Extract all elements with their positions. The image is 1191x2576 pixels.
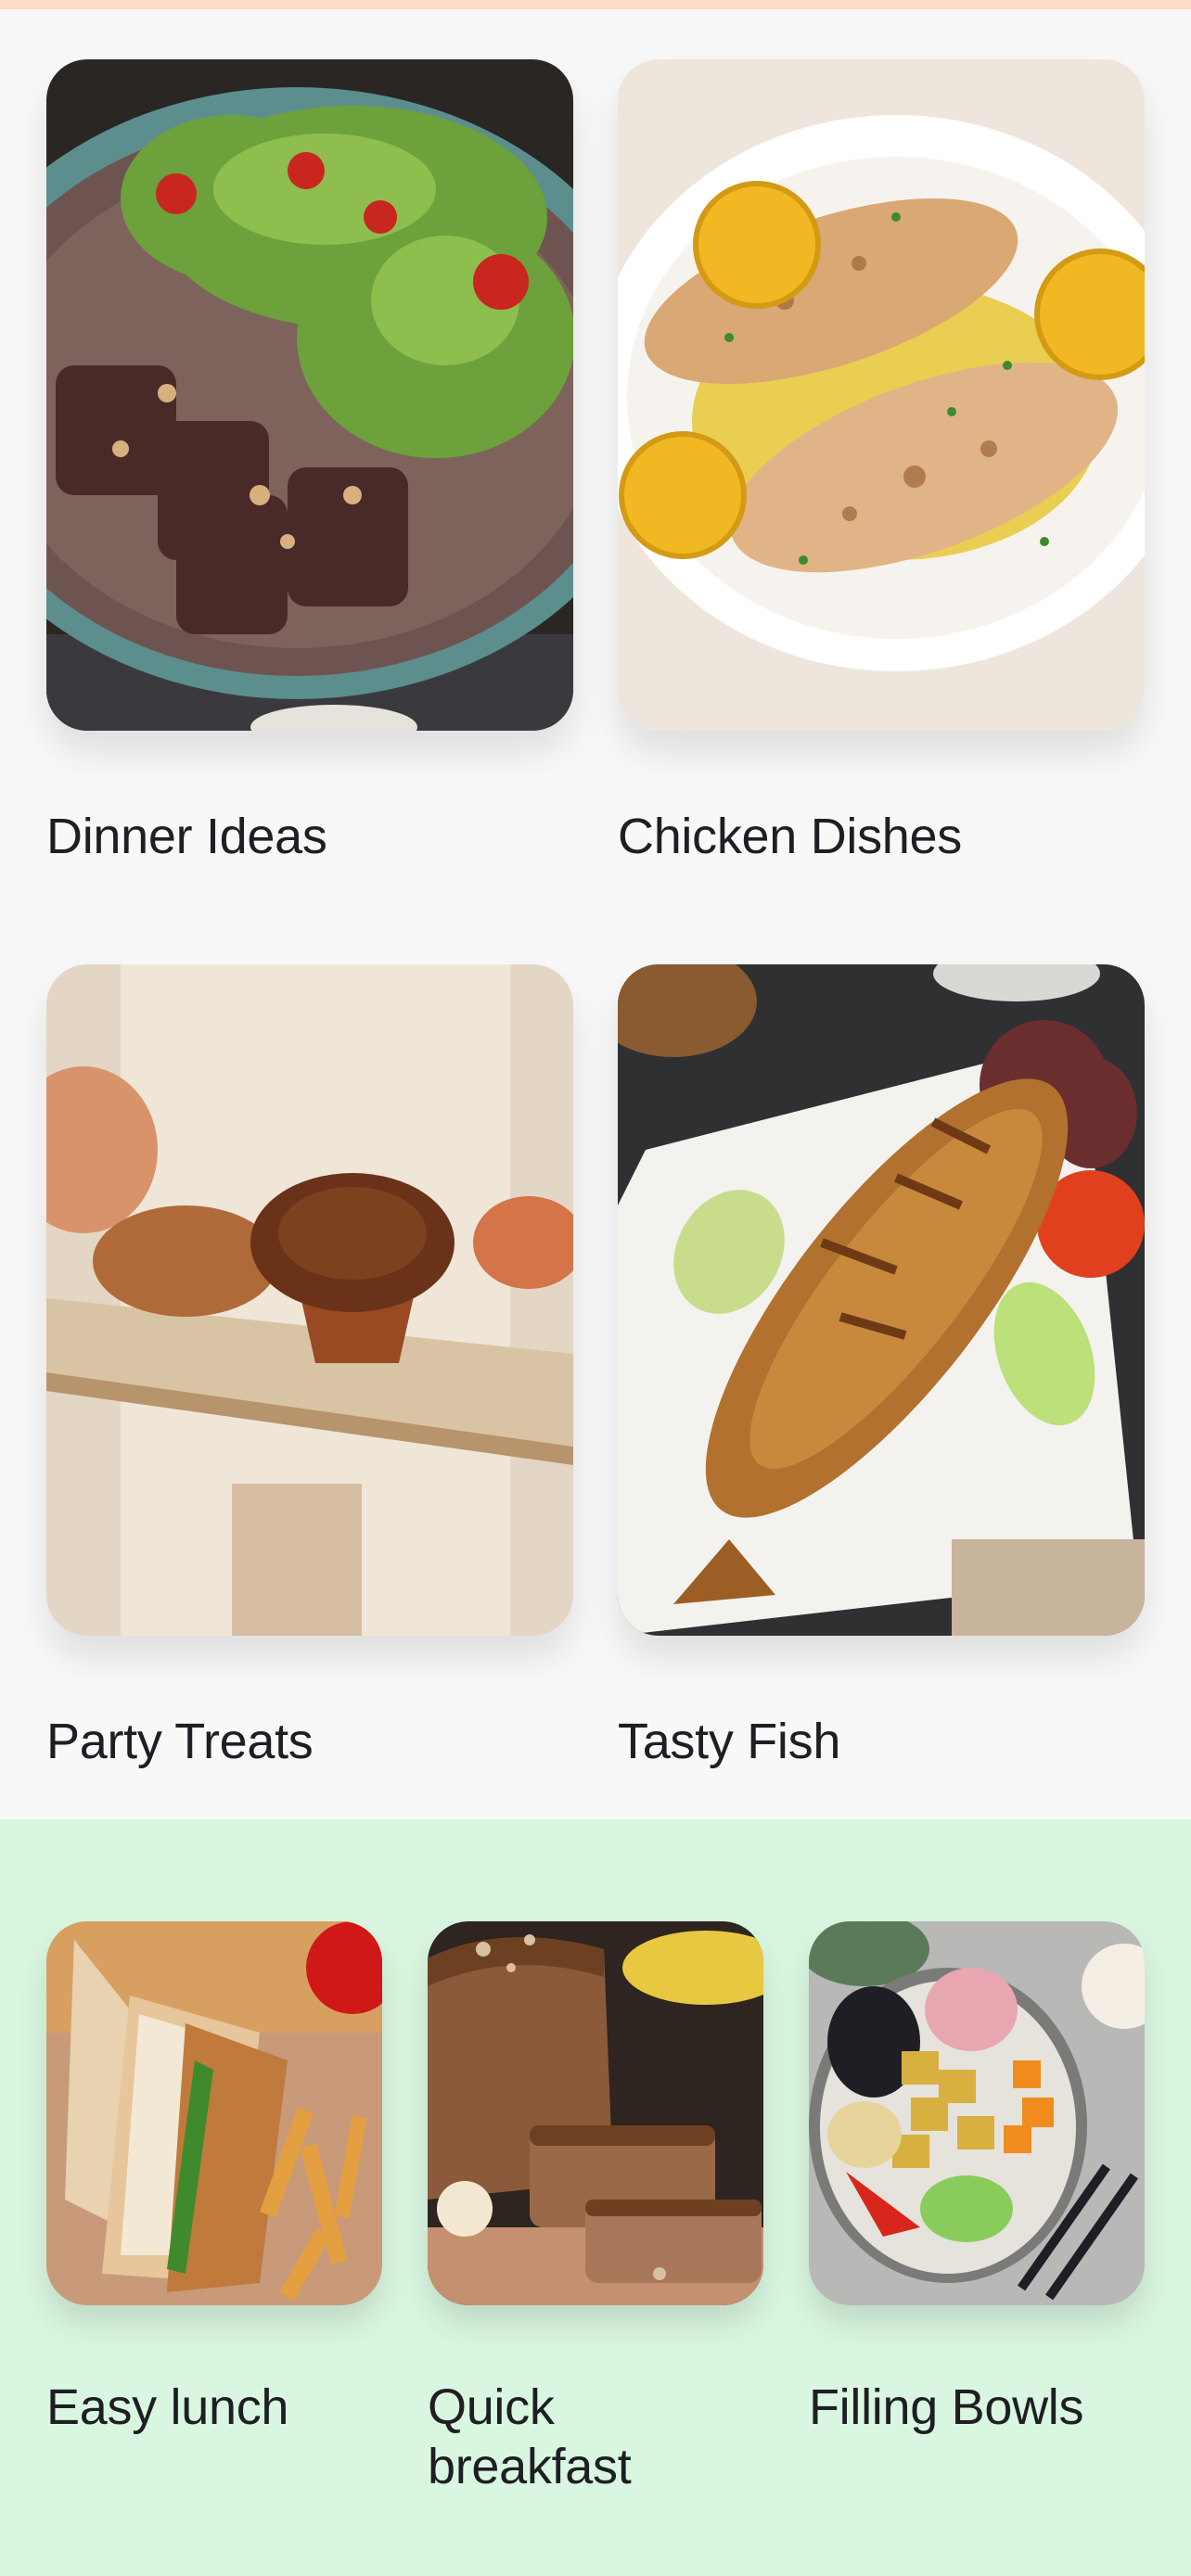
chicken-dishes-image: [618, 59, 1145, 731]
dinner-ideas-image: [46, 59, 573, 731]
collection-card-easy-lunch[interactable]: Easy lunch: [46, 1921, 382, 2437]
collection-title: Chicken Dishes: [618, 809, 962, 864]
collection-card-quick-breakfast[interactable]: Quick breakfast: [428, 1921, 763, 2496]
collection-card-dinner-ideas[interactable]: Dinner Ideas: [46, 59, 573, 866]
collection-card-party-treats[interactable]: Party Treats: [46, 964, 573, 1771]
collection-title: Party Treats: [46, 1714, 314, 1769]
tasty-fish-image: [618, 964, 1145, 1636]
collection-card-tasty-fish[interactable]: Tasty Fish: [618, 964, 1145, 1771]
quick-collections-section: Easy lunch Quick breakfast Filling Bowls: [0, 1819, 1191, 2576]
party-treats-image: [46, 964, 573, 1636]
filling-bowls-image: [809, 1921, 1145, 2305]
collection-title: Dinner Ideas: [46, 809, 327, 864]
quick-breakfast-image: [428, 1921, 763, 2305]
top-accent-strip: [0, 0, 1191, 9]
collection-title: Tasty Fish: [618, 1714, 841, 1769]
collection-title: Quick breakfast: [428, 2379, 632, 2494]
collection-card-chicken-dishes[interactable]: Chicken Dishes: [618, 59, 1145, 866]
easy-lunch-image: [46, 1921, 382, 2305]
collection-card-filling-bowls[interactable]: Filling Bowls: [809, 1921, 1145, 2437]
collection-title: Easy lunch: [46, 2379, 289, 2435]
collection-title: Filling Bowls: [809, 2379, 1084, 2435]
